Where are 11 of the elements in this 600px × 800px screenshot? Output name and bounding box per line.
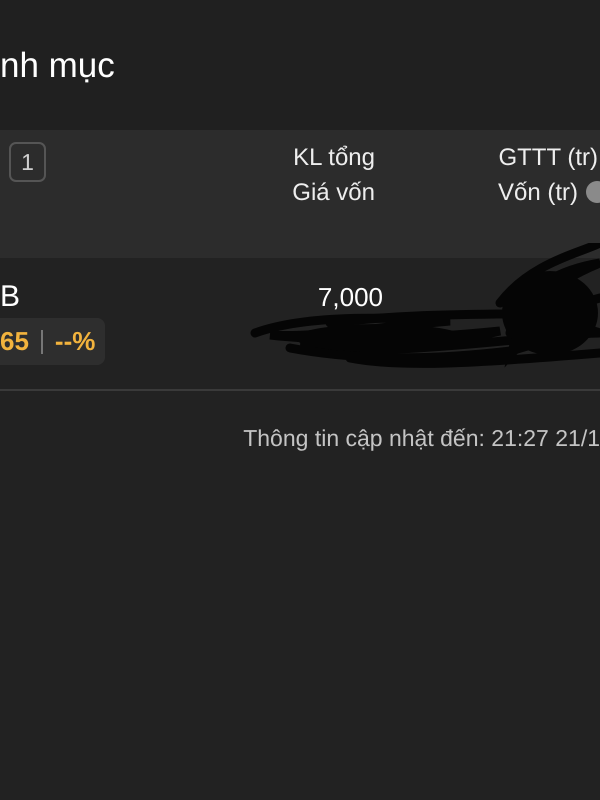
filter-count-button[interactable]: 1 [9,142,46,182]
change-percent: --% [54,325,96,358]
quantity-value: 7,000 [318,282,383,312]
column-subheader: Giá vốn [292,178,375,208]
column-header: KL tổng [293,143,375,173]
page-title: nh mục [0,48,115,83]
column-header: GTTT (tr) [498,143,598,173]
update-time-text: Thông tin cập nhật đến: 21:27 21/1 [243,424,600,453]
column-subheader: Vốn (tr) [498,178,578,208]
stock-symbol: B [0,279,20,315]
price-text: 65 [0,325,29,358]
